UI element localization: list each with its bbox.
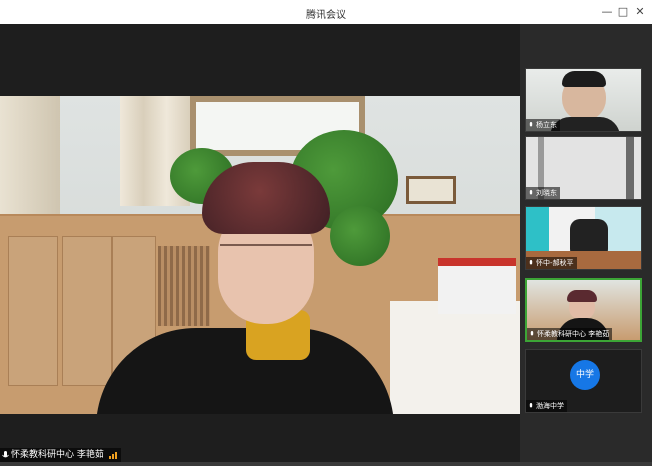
avatar: 中学 <box>570 360 600 390</box>
participant-tile[interactable]: 怀中-郝秋平 <box>525 206 642 270</box>
plant <box>330 206 390 266</box>
white-shelf <box>390 301 520 414</box>
speaker-video[interactable] <box>0 96 520 414</box>
participant-tile[interactable]: 杨立东 <box>525 68 642 132</box>
participant-tile[interactable]: 刘晓东 <box>525 136 642 200</box>
participant-label: 渤海中学 <box>526 400 567 412</box>
participant-label: 怀柔教科研中心 李艳茹 <box>527 328 613 340</box>
speaker-name: 怀柔教科研中心 李艳茹 <box>11 450 104 460</box>
maximize-button[interactable]: □ <box>615 4 631 20</box>
participant-sidebar: 杨立东 刘晓东 怀中-郝秋平 怀柔教科研中心 李艳茹 中学 渤海中学 <box>520 24 652 462</box>
radiator <box>158 246 210 326</box>
mic-icon <box>530 330 534 335</box>
participant-label: 刘晓东 <box>526 187 560 199</box>
participant-label: 怀中-郝秋平 <box>526 257 577 269</box>
mic-icon <box>529 259 533 264</box>
participant-label: 杨立东 <box>526 119 560 131</box>
minimize-button[interactable]: — <box>599 4 615 20</box>
meeting-window: 腾讯会议 — □ ✕ 怀柔教科研中心 李艳茹 杨立东 刘晓东 怀中-郝秋平 怀柔… <box>0 0 652 466</box>
window-bottom-edge <box>0 462 652 466</box>
glasses <box>220 244 312 266</box>
main-video-area: 怀柔教科研中心 李艳茹 <box>0 24 520 462</box>
mic-icon <box>529 121 533 126</box>
signal-icon <box>108 451 117 459</box>
participant-tile-active[interactable]: 怀柔教科研中心 李艳茹 <box>525 278 642 342</box>
person-hair <box>202 162 330 234</box>
close-button[interactable]: ✕ <box>632 4 648 20</box>
speaker-name-tag: 怀柔教科研中心 李艳茹 <box>0 448 121 462</box>
picture-frame <box>406 176 456 204</box>
mic-icon <box>2 450 9 457</box>
mic-icon <box>529 402 533 407</box>
participant-tile[interactable]: 中学 渤海中学 <box>525 349 642 413</box>
desk-calendar <box>438 258 516 314</box>
cabinet-door <box>8 236 58 386</box>
title-bar: 腾讯会议 — □ ✕ <box>0 0 652 24</box>
cabinet-door <box>62 236 112 386</box>
window-title: 腾讯会议 <box>306 10 346 21</box>
mic-icon <box>529 189 533 194</box>
